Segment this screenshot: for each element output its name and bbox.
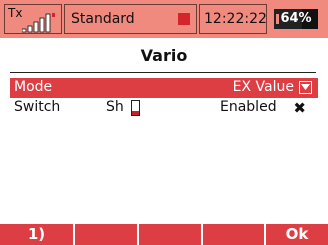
- switch-position-gauge: [131, 100, 140, 116]
- switch-name[interactable]: Sh: [106, 99, 124, 115]
- clock-cell: 12:22:22: [199, 4, 267, 34]
- clock-time: 12:22:22: [204, 11, 267, 27]
- soft-key-4[interactable]: [201, 224, 264, 245]
- close-x-icon[interactable]: ✖: [293, 99, 306, 117]
- switch-label: Switch: [14, 99, 61, 115]
- soft-key-3[interactable]: [137, 224, 201, 245]
- switch-row[interactable]: Switch Sh Enabled ✖: [10, 98, 318, 118]
- switch-status: Enabled: [220, 99, 277, 115]
- screen: Tx Standard 12:22:22 64% Vario Mode EX V…: [0, 0, 328, 245]
- ok-key[interactable]: Ok: [264, 224, 328, 245]
- recording-indicator-icon: [178, 13, 190, 25]
- battery-percent: 64%: [280, 11, 312, 26]
- mode-value[interactable]: EX Value: [233, 79, 294, 95]
- mode-row[interactable]: Mode EX Value: [10, 78, 318, 98]
- switch-position-fill: [132, 110, 139, 115]
- page-title: Vario: [140, 46, 188, 65]
- battery-icon: 64%: [274, 9, 318, 29]
- signal-strength-icon: [22, 13, 55, 33]
- soft-key-1[interactable]: 1): [0, 224, 73, 245]
- soft-key-bar: 1) Ok: [0, 224, 328, 245]
- mode-label: Mode: [14, 79, 53, 95]
- model-name: Standard: [71, 11, 135, 27]
- model-name-cell: Standard: [64, 4, 197, 34]
- tx-label: Tx: [8, 6, 23, 20]
- dropdown-arrow-icon[interactable]: [299, 81, 312, 94]
- transmitter-status: Tx: [4, 4, 62, 34]
- battery-cell: 64%: [269, 4, 324, 34]
- title-divider: [10, 72, 316, 73]
- soft-key-2[interactable]: [73, 224, 137, 245]
- status-bar: Tx Standard 12:22:22 64%: [0, 0, 328, 38]
